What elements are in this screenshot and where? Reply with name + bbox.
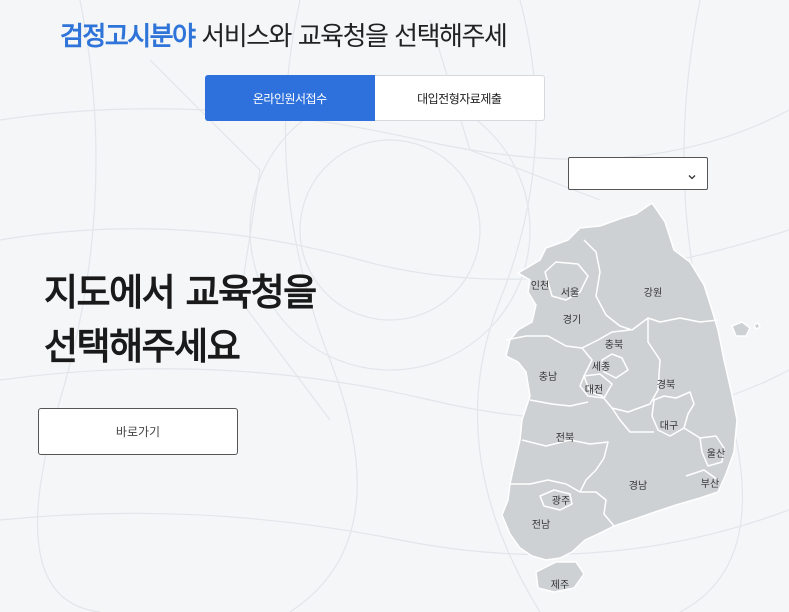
region-label-incheon[interactable]: 인천 (531, 280, 549, 292)
title-highlight: 검정고시분야 (60, 22, 196, 52)
select-office-headline: 지도에서 교육청을 선택해주세요 (44, 266, 317, 374)
region-label-jeju[interactable]: 제주 (551, 579, 569, 591)
region-label-daegu[interactable]: 대구 (660, 420, 678, 432)
region-label-gwangju[interactable]: 광주 (552, 495, 570, 507)
region-label-seoul[interactable]: 서울 (561, 287, 579, 299)
mainland-shape (501, 202, 738, 561)
region-label-gyeongnam[interactable]: 경남 (629, 479, 647, 492)
headline-line-1: 지도에서 교육청을 (44, 271, 317, 314)
tab-admission-data-submission[interactable]: 대입전형자료제출 (374, 75, 545, 121)
region-label-gyeongbuk[interactable]: 경북 (657, 378, 675, 391)
region-label-chungnam[interactable]: 충남 (539, 371, 557, 383)
region-label-jeonbuk[interactable]: 전북 (556, 432, 574, 444)
title-rest: 서비스와 교육청을 선택해주세 (194, 22, 508, 52)
region-label-ulsan[interactable]: 울산 (707, 448, 725, 460)
tab-online-application[interactable]: 온라인원서접수 (205, 75, 375, 121)
region-label-daejeon[interactable]: 대전 (585, 384, 603, 396)
region-label-busan[interactable]: 부산 (701, 478, 719, 490)
korea-region-map[interactable]: 인천 서울 경기 강원 충북 세종 충남 대전 경북 대구 전북 울산 부산 경… (490, 195, 789, 612)
region-select[interactable] (568, 157, 708, 190)
dokdo-island-shape (753, 322, 761, 330)
chevron-down-icon (687, 167, 697, 186)
page-title: 검정고시분야 서비스와 교육청을 선택해주세 (60, 16, 508, 53)
region-label-gangwon[interactable]: 강원 (644, 287, 662, 299)
region-label-sejong[interactable]: 세종 (592, 361, 610, 373)
region-label-gyeonggi[interactable]: 경기 (563, 313, 581, 326)
region-label-jeonnam[interactable]: 전남 (532, 519, 550, 531)
headline-line-2: 선택해주세요 (44, 325, 241, 368)
ulleung-island-shape (731, 321, 751, 337)
region-label-chungbuk[interactable]: 충북 (605, 339, 623, 351)
go-button[interactable]: 바로가기 (38, 408, 238, 455)
service-tabs: 온라인원서접수 대입전형자료제출 (205, 75, 545, 121)
